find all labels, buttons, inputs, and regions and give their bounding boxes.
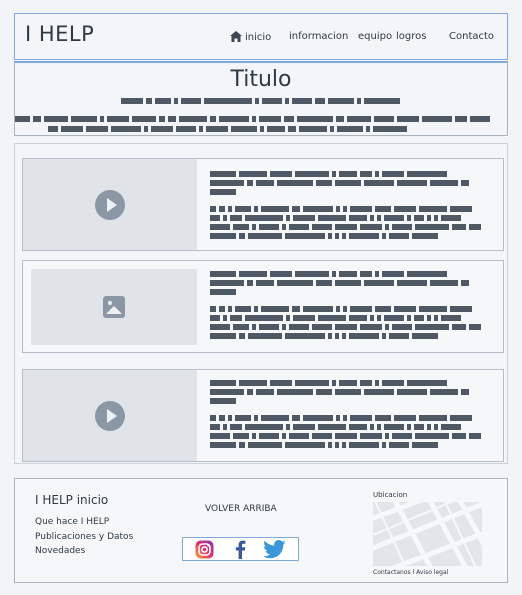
- location-label: Ubicacion: [373, 491, 408, 499]
- hero-paragraph-placeholder-2: [48, 126, 407, 132]
- location-map[interactable]: [373, 502, 482, 566]
- video-placeholder[interactable]: [23, 159, 197, 250]
- card-text-placeholder: [210, 171, 493, 242]
- nav-item-contacto[interactable]: Contacto: [449, 31, 494, 42]
- content-card[interactable]: [22, 158, 504, 251]
- back-to-top-button[interactable]: VOLVER ARRIBA: [205, 504, 277, 514]
- footer-title[interactable]: I HELP inicio: [35, 493, 108, 507]
- hero-subtitle-placeholder: [121, 98, 400, 104]
- social-links-bar: [182, 537, 299, 561]
- instagram-icon[interactable]: [195, 540, 214, 563]
- content-card[interactable]: [22, 369, 504, 462]
- site-footer: I HELP inicio Que hace I HELP Publicacio…: [14, 478, 508, 583]
- home-icon: [230, 31, 242, 45]
- video-placeholder[interactable]: [23, 370, 197, 461]
- nav-item-logros[interactable]: logros: [396, 31, 426, 42]
- footer-link-que-hace[interactable]: Que hace I HELP: [35, 517, 109, 527]
- card-text-placeholder: [210, 380, 493, 451]
- nav-label-inicio: inicio: [245, 32, 272, 43]
- play-icon[interactable]: [95, 400, 125, 431]
- brand-logo[interactable]: I HELP: [25, 22, 94, 46]
- card-text-placeholder: [210, 271, 493, 342]
- image-placeholder[interactable]: [31, 269, 197, 345]
- hero-paragraph-placeholder: [15, 116, 490, 122]
- nav-item-inicio[interactable]: inicio: [230, 31, 271, 45]
- site-header: I HELP inicio informacion equipo logros …: [14, 13, 508, 60]
- content-cards-section: [14, 143, 508, 464]
- footer-link-novedades[interactable]: Novedades: [35, 546, 85, 556]
- twitter-icon[interactable]: [263, 540, 286, 563]
- facebook-icon[interactable]: [233, 540, 247, 563]
- image-icon: [103, 296, 125, 318]
- play-icon[interactable]: [95, 189, 125, 220]
- footer-bottom-links[interactable]: Contactanos l Aviso legal: [373, 569, 448, 576]
- page-title: Titulo: [230, 67, 292, 92]
- content-card[interactable]: [22, 260, 504, 353]
- footer-link-publicaciones[interactable]: Publicaciones y Datos: [35, 532, 133, 542]
- nav-item-informacion[interactable]: informacion: [289, 31, 348, 42]
- hero-section: Titulo: [14, 61, 508, 136]
- nav-item-equipo[interactable]: equipo: [358, 31, 392, 42]
